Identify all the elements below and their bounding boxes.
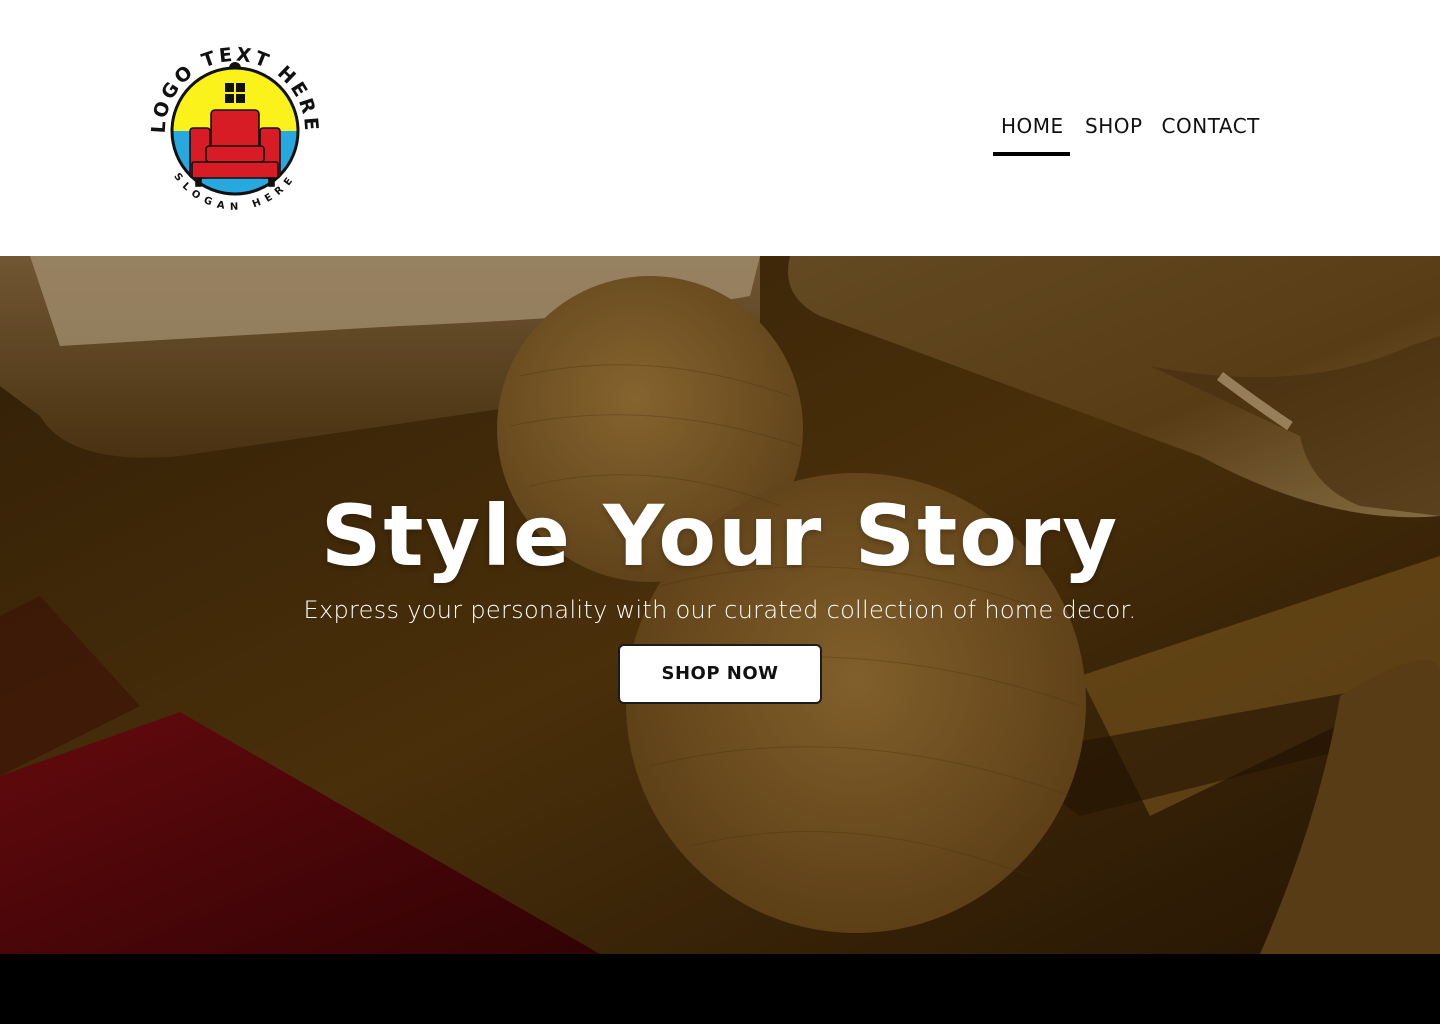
footer-band	[0, 954, 1440, 1024]
shop-now-button[interactable]: SHOP NOW	[618, 644, 822, 704]
site-logo[interactable]: LOGO TEXT HERE SLOGAN HERE	[140, 36, 330, 226]
nav-item-shop[interactable]: SHOP	[1077, 108, 1151, 156]
hero-title: Style Your Story	[320, 487, 1120, 585]
hero-content: Style Your Story Express your personalit…	[0, 486, 1440, 704]
nav-item-contact[interactable]: CONTACT	[1154, 108, 1268, 156]
hero-subtitle: Express your personality with our curate…	[303, 596, 1137, 624]
armchair-logo-icon: LOGO TEXT HERE SLOGAN HERE	[148, 44, 320, 213]
hero-section: Style Your Story Express your personalit…	[0, 256, 1440, 954]
main-nav: HOME SHOP CONTACT	[993, 108, 1268, 156]
nav-item-home[interactable]: HOME	[993, 108, 1070, 156]
site-header: LOGO TEXT HERE SLOGAN HERE HOME SHOP CON…	[0, 0, 1440, 256]
